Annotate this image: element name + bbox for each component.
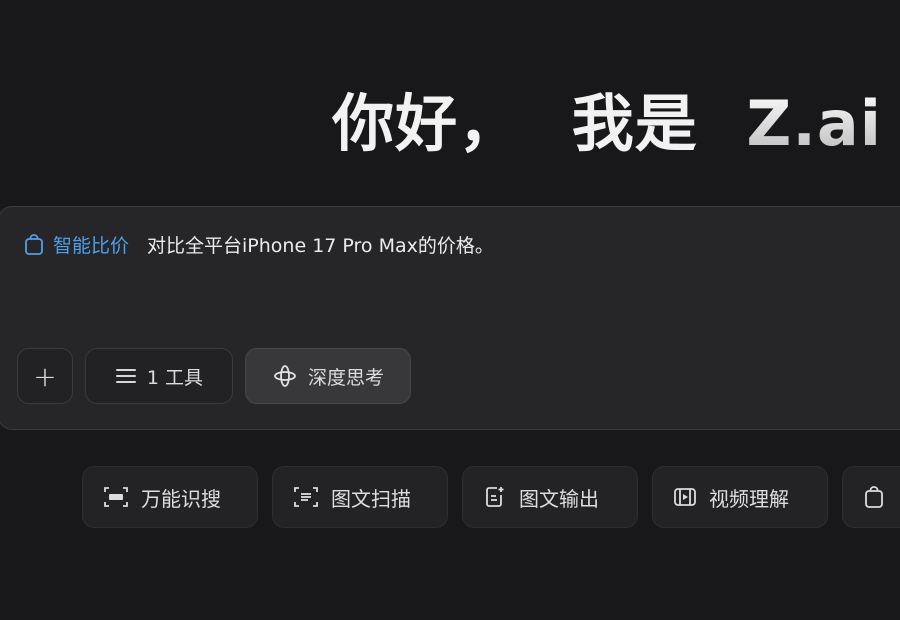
- greeting-heading: 你好， 我是 Z.ai: [332, 84, 882, 164]
- smart-compare-label: 智能比价: [53, 235, 130, 257]
- chat-home: 你好， 我是 Z.ai 智能比价 对比全平台iPhone 17 Pro Max的…: [0, 0, 900, 620]
- smart-compare-tag[interactable]: 智能比价: [23, 231, 129, 258]
- shopping-bag-icon: [25, 233, 43, 255]
- tools-button[interactable]: 1 工具: [85, 348, 233, 404]
- composer-toolbar: + 1 工具 深度思考: [17, 348, 411, 404]
- prompt-input-text[interactable]: 对比全平台iPhone 17 Pro Max的价格。: [147, 231, 494, 258]
- deep-think-toggle[interactable]: 深度思考: [245, 348, 411, 404]
- greeting-intro: 我是: [571, 87, 698, 160]
- chip-universal-search[interactable]: 万能识搜: [82, 466, 258, 528]
- ai-scan-icon: [104, 487, 128, 507]
- deep-think-label: 深度思考: [307, 366, 384, 389]
- chip-label: 图文扫描: [331, 486, 411, 511]
- chip-image-text-scan[interactable]: 图文扫描: [272, 466, 448, 528]
- video-icon: [674, 488, 696, 506]
- brand-name: Z.ai: [746, 87, 882, 160]
- add-attachment-button[interactable]: +: [17, 348, 73, 404]
- chip-smart-compare[interactable]: [842, 466, 900, 528]
- chip-video-understanding[interactable]: 视频理解: [652, 466, 828, 528]
- chip-label: 万能识搜: [141, 486, 221, 511]
- doc-scan-icon: [294, 487, 318, 507]
- quick-actions: 万能识搜 图文扫描 图文输出 视频理解: [82, 466, 900, 528]
- tools-label: 1 工具: [146, 366, 204, 389]
- doc-export-icon: [486, 487, 504, 507]
- prompt-row[interactable]: 智能比价 对比全平台iPhone 17 Pro Max的价格。: [23, 231, 494, 258]
- menu-lines-icon: [115, 369, 136, 383]
- shopping-bag-icon: [865, 486, 883, 508]
- deep-think-icon: [274, 365, 296, 387]
- chip-label: 视频理解: [709, 486, 789, 511]
- greeting-hello: 你好，: [332, 87, 522, 160]
- chip-image-text-output[interactable]: 图文输出: [462, 466, 638, 528]
- plus-icon: +: [33, 359, 57, 393]
- chip-label: 图文输出: [519, 486, 599, 511]
- chat-composer[interactable]: 智能比价 对比全平台iPhone 17 Pro Max的价格。 + 1 工具 深…: [0, 206, 900, 430]
